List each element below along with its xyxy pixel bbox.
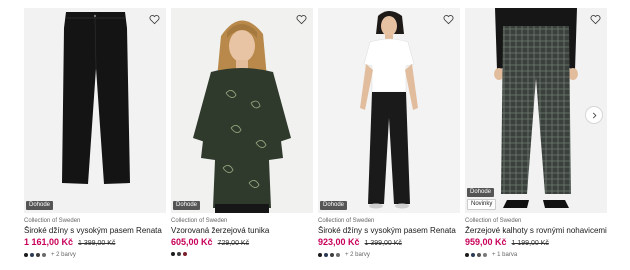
product-title[interactable]: Široké džíny s vysokým pasem Renata: [318, 226, 460, 235]
original-price: 729,00 Kč: [217, 240, 250, 247]
color-swatch[interactable]: [36, 253, 40, 257]
color-swatch[interactable]: [171, 252, 175, 256]
color-swatch[interactable]: [24, 253, 28, 257]
price-row: 605,00 Kč 729,00 Kč: [171, 237, 249, 247]
badge-list: Dohode Novinky: [467, 188, 497, 210]
color-swatches: + 2 barvy: [24, 252, 76, 258]
original-price: 1 399,00 Kč: [78, 240, 116, 247]
product-brand: Collection of Sweden: [465, 218, 522, 224]
product-image[interactable]: Dohode: [318, 8, 460, 213]
color-swatch[interactable]: [483, 253, 487, 257]
color-swatch[interactable]: [42, 253, 46, 257]
product-image[interactable]: Dohode: [24, 8, 166, 213]
chevron-right-icon: [592, 112, 596, 118]
color-swatch[interactable]: [324, 253, 328, 257]
product-brand: Collection of Sweden: [171, 218, 228, 224]
sale-badge: Dohode: [320, 201, 348, 210]
product-card-4[interactable]: Dohode Novinky Collection of Sweden Žerz…: [465, 8, 607, 266]
product-title[interactable]: Žerzejové kalhoty s rovnými nohavicemi: [465, 226, 607, 235]
badge-list: Dohode: [320, 201, 348, 210]
add-to-favorites-button[interactable]: [588, 12, 602, 26]
product-title[interactable]: Vzorovaná žerzejová tunika: [171, 226, 313, 235]
color-swatch[interactable]: [183, 252, 187, 256]
more-colors-label: + 1 barva: [492, 252, 518, 258]
more-colors-label: + 2 barvy: [345, 252, 370, 258]
sale-badge: Dohode: [26, 201, 54, 210]
color-swatch[interactable]: [477, 253, 481, 257]
current-price: 959,00 Kč: [465, 237, 507, 247]
color-swatches: + 1 barva: [465, 252, 517, 258]
color-swatch[interactable]: [30, 253, 34, 257]
more-colors-label: + 2 barvy: [51, 252, 76, 258]
color-swatches: [171, 252, 187, 256]
jeans-model-photo: [318, 8, 460, 213]
heart-outline-icon: [590, 14, 600, 24]
tunic-model-photo: [171, 8, 313, 213]
product-title[interactable]: Široké džíny s vysokým pasem Renata: [24, 226, 166, 235]
product-card-2[interactable]: Dohode Collection of Sweden Vzorovaná že…: [171, 8, 313, 266]
price-row: 959,00 Kč 1 199,00 Kč: [465, 237, 549, 247]
sale-badge: Dohode: [173, 201, 201, 210]
original-price: 1 399,00 Kč: [364, 240, 402, 247]
current-price: 1 161,00 Kč: [24, 237, 74, 247]
color-swatch[interactable]: [318, 253, 322, 257]
color-swatch[interactable]: [336, 253, 340, 257]
color-swatches: + 2 barvy: [318, 252, 370, 258]
current-price: 923,00 Kč: [318, 237, 360, 247]
add-to-favorites-button[interactable]: [441, 12, 455, 26]
badge-list: Dohode: [173, 201, 201, 210]
heart-outline-icon: [149, 14, 159, 24]
new-badge: Novinky: [467, 199, 497, 210]
product-card-1[interactable]: Dohode Collection of Sweden Široké džíny…: [24, 8, 166, 266]
color-swatch[interactable]: [330, 253, 334, 257]
add-to-favorites-button[interactable]: [294, 12, 308, 26]
price-row: 923,00 Kč 1 399,00 Kč: [318, 237, 402, 247]
add-to-favorites-button[interactable]: [147, 12, 161, 26]
carousel-next-button[interactable]: [585, 106, 603, 124]
product-grid: Dohode Collection of Sweden Široké džíny…: [24, 8, 608, 266]
heart-outline-icon: [296, 14, 306, 24]
product-image[interactable]: Dohode: [171, 8, 313, 213]
current-price: 605,00 Kč: [171, 237, 213, 247]
jeans-photo: [24, 8, 166, 213]
product-brand: Collection of Sweden: [318, 218, 375, 224]
color-swatch[interactable]: [471, 253, 475, 257]
color-swatch[interactable]: [465, 253, 469, 257]
product-brand: Collection of Sweden: [24, 218, 81, 224]
heart-outline-icon: [443, 14, 453, 24]
price-row: 1 161,00 Kč 1 399,00 Kč: [24, 237, 115, 247]
sale-badge: Dohode: [467, 188, 495, 197]
original-price: 1 199,00 Kč: [511, 240, 549, 247]
color-swatch[interactable]: [177, 252, 181, 256]
badge-list: Dohode: [26, 201, 54, 210]
product-card-3[interactable]: Dohode Collection of Sweden Široké džíny…: [318, 8, 460, 266]
